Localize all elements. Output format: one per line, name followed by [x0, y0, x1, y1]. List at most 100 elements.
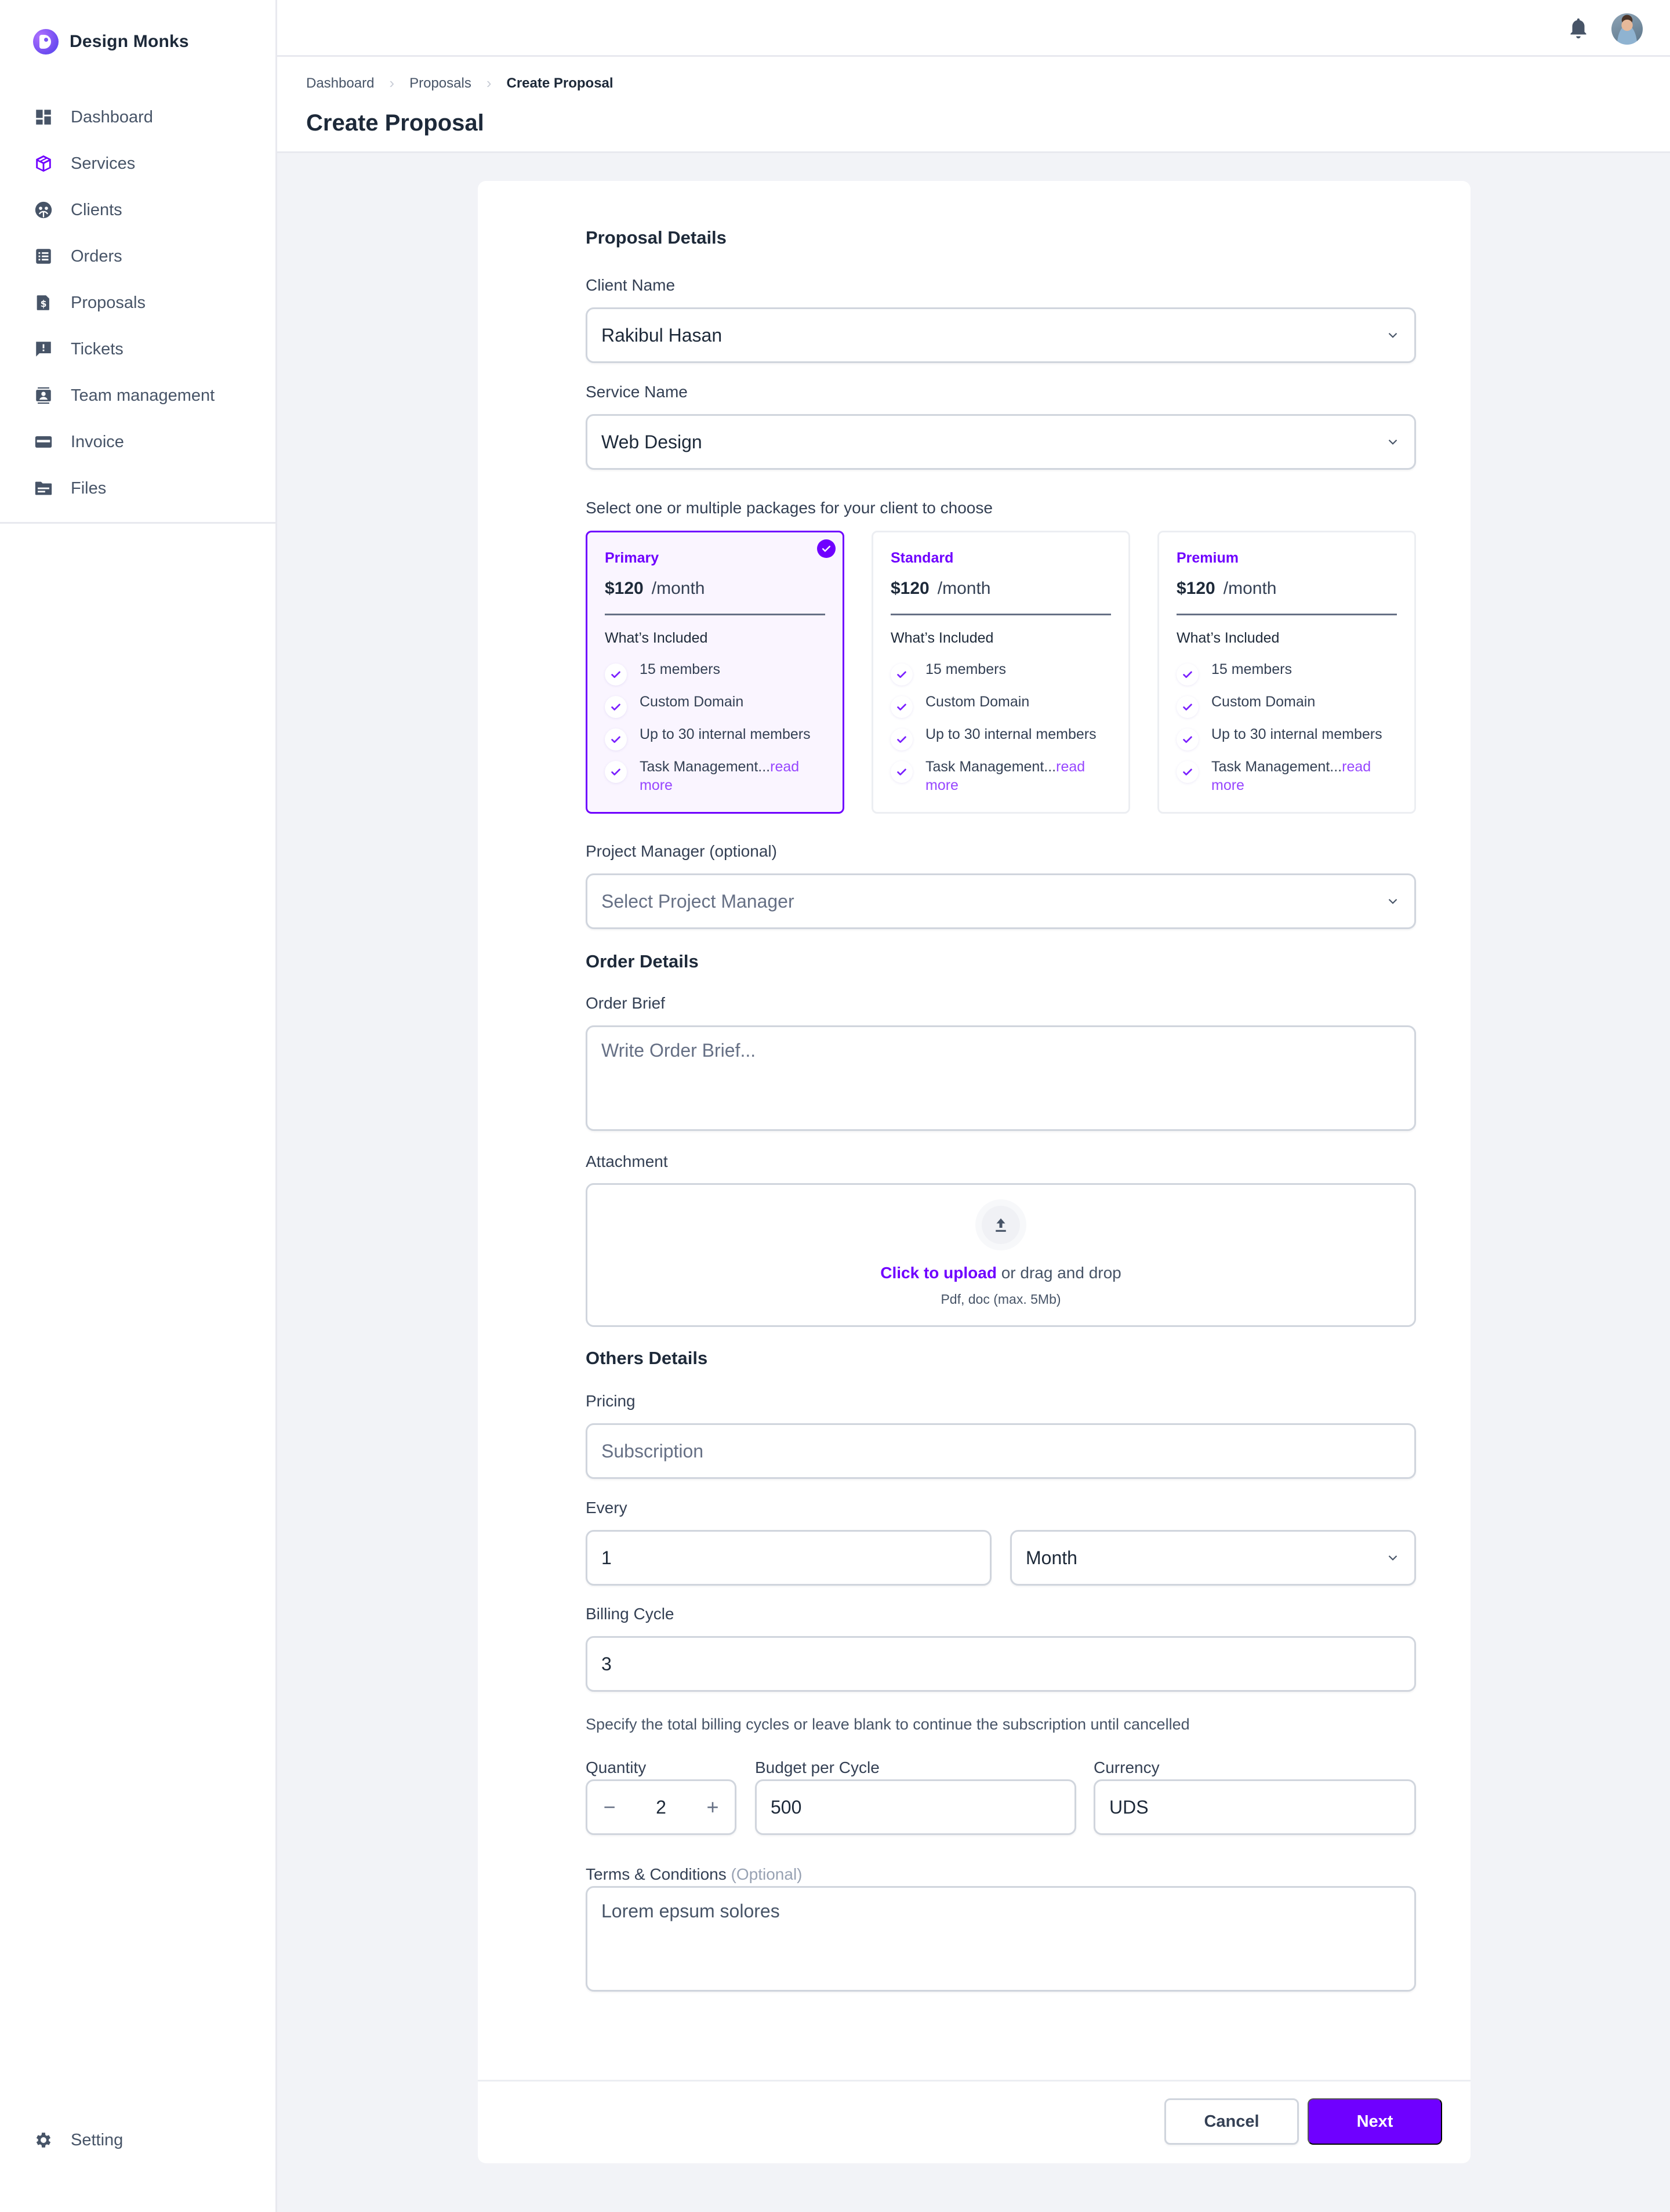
feature-text: Task Management...read more [640, 757, 831, 795]
every-interval-value: 1 [601, 1547, 612, 1568]
sidebar-item-team-management[interactable]: Team management [0, 372, 275, 419]
project-manager-placeholder: Select Project Manager [601, 890, 794, 912]
package-divider [1177, 614, 1397, 615]
client-name-select[interactable]: Rakibul Hasan [586, 307, 1416, 363]
package-price-period: /month [1223, 579, 1277, 598]
every-unit-select[interactable]: Month [1010, 1530, 1416, 1586]
package-price: $120/month [605, 579, 705, 599]
next-button[interactable]: Next [1308, 2098, 1442, 2145]
billing-cycle-input[interactable]: 3 [586, 1636, 1416, 1692]
sidebar: Design Monks Dashboard Services Clients … [0, 0, 277, 2212]
brand[interactable]: Design Monks [33, 29, 189, 55]
feature-text: 15 members [640, 660, 720, 679]
section-title-order-details: Order Details [586, 951, 699, 971]
order-brief-label: Order Brief [586, 994, 665, 1012]
feature-text: Up to 30 internal members [640, 725, 811, 744]
proposal-dollar-icon: $ [34, 293, 53, 313]
breadcrumb-create-proposal: Create Proposal [506, 75, 613, 91]
package-card-premium[interactable]: Premium $120/month What’s Included 15 membe… [1157, 531, 1416, 814]
brand-name: Design Monks [70, 32, 189, 51]
order-brief-textarea[interactable]: Write Order Brief... [586, 1025, 1416, 1131]
dashboard-icon [34, 107, 53, 127]
feature-label: Custom Domain [1211, 694, 1316, 710]
terms-optional-text: (Optional) [731, 1865, 803, 1883]
quantity-stepper: − 2 + [586, 1779, 736, 1835]
feature-label: Task Management... [1211, 759, 1342, 775]
package-card-primary[interactable]: Primary $120/month What’s Included 15 membe… [586, 531, 844, 814]
feature-item: 15 members [891, 660, 1117, 692]
every-interval-input[interactable]: 1 [586, 1530, 992, 1586]
plus-icon[interactable]: + [701, 1795, 724, 1819]
list-icon [34, 246, 53, 266]
sidebar-item-label: Orders [71, 246, 122, 266]
every-unit-value: Month [1026, 1547, 1077, 1568]
section-title-proposal-details: Proposal Details [586, 227, 727, 248]
whats-included-title: What’s Included [891, 630, 994, 646]
sidebar-item-setting[interactable]: Setting [34, 2130, 123, 2150]
sidebar-item-orders[interactable]: Orders [0, 233, 275, 280]
feature-list: 15 members Custom Domain Up to 30 internal… [1177, 660, 1403, 793]
bell-icon[interactable] [1568, 17, 1589, 40]
design-monks-logo-icon [33, 29, 59, 55]
currency-input[interactable]: UDS [1094, 1779, 1416, 1835]
upload-file-hint: Pdf, doc (max. 5Mb) [941, 1292, 1061, 1307]
breadcrumb-proposals[interactable]: Proposals [409, 75, 471, 92]
project-manager-select[interactable]: Select Project Manager [586, 873, 1416, 929]
feature-item: 15 members [1177, 660, 1403, 692]
package-price-period: /month [937, 579, 991, 598]
package-price-amount: $120 [1177, 579, 1215, 598]
packages-label: Select one or multiple packages for your… [586, 499, 993, 517]
terms-textarea[interactable]: Lorem epsum solores [586, 1886, 1416, 1992]
sidebar-item-invoice[interactable]: Invoice [0, 419, 275, 465]
package-price: $120/month [891, 579, 990, 599]
sidebar-item-label: Files [71, 478, 107, 498]
pricing-input[interactable]: Subscription [586, 1423, 1416, 1479]
billing-cycle-helper: Specify the total billing cycles or leav… [586, 1716, 1190, 1733]
team-icon [34, 386, 53, 405]
check-icon [605, 761, 627, 783]
whats-included-title: What’s Included [605, 630, 708, 646]
service-name-value: Web Design [601, 431, 702, 452]
top-bar [277, 0, 1670, 57]
check-icon [1177, 663, 1199, 686]
folder-icon [34, 478, 53, 498]
check-icon [891, 663, 913, 686]
feature-item: Up to 30 internal members [1177, 725, 1403, 757]
user-avatar[interactable] [1611, 13, 1643, 45]
cancel-button[interactable]: Cancel [1164, 2098, 1299, 2145]
file-upload-dropzone[interactable]: Click to upload or drag and drop Pdf, do… [586, 1183, 1416, 1327]
sidebar-item-services[interactable]: Services [0, 140, 275, 187]
feature-list: 15 members Custom Domain Up to 30 internal… [605, 660, 831, 793]
quantity-value[interactable]: 2 [656, 1797, 666, 1818]
service-name-select[interactable]: Web Design [586, 414, 1416, 470]
feature-text: 15 members [925, 660, 1006, 679]
sidebar-item-proposals[interactable]: $ Proposals [0, 280, 275, 326]
quantity-label: Quantity [586, 1758, 647, 1776]
breadcrumb-dashboard[interactable]: Dashboard [306, 75, 374, 92]
check-icon [891, 728, 913, 750]
click-to-upload-link[interactable]: Click to upload [880, 1264, 997, 1282]
sidebar-item-label: Clients [71, 200, 122, 219]
feature-label: 15 members [1211, 661, 1292, 677]
chevron-down-icon [1388, 439, 1397, 445]
sidebar-item-files[interactable]: Files [0, 465, 275, 512]
sidebar-item-dashboard[interactable]: Dashboard [0, 94, 275, 140]
feature-label: Task Management... [640, 759, 771, 775]
minus-icon[interactable]: − [598, 1795, 621, 1819]
feature-text: Custom Domain [1211, 692, 1315, 711]
check-icon [605, 728, 627, 750]
drag-drop-text: or drag and drop [996, 1264, 1121, 1282]
client-name-label: Client Name [586, 276, 676, 294]
page-title: Create Proposal [306, 110, 484, 136]
feature-item: 15 members [605, 660, 831, 692]
package-card-standard[interactable]: Standard $120/month What’s Included 15 memb… [872, 531, 1130, 814]
check-icon [891, 761, 913, 783]
budget-per-cycle-input[interactable]: 500 [755, 1779, 1076, 1835]
feature-item: Task Management...read more [605, 757, 831, 793]
sidebar-item-tickets[interactable]: Tickets [0, 326, 275, 372]
form-footer: Cancel Next [478, 2080, 1471, 2163]
feature-label: Custom Domain [640, 694, 744, 710]
sidebar-item-clients[interactable]: Clients [0, 187, 275, 233]
feature-item: Up to 30 internal members [605, 725, 831, 757]
sidebar-item-label: Team management [71, 386, 215, 405]
